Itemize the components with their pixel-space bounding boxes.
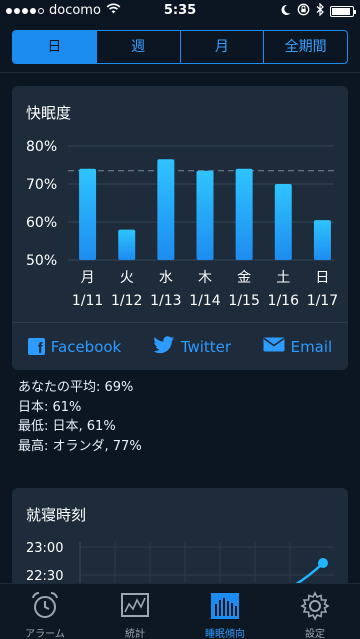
y-tick-label: 50% [26,253,57,269]
sleep-quality-card: 快眠度 50% 60% 70% 80% 月 1/11 火 1/12 水 1/13 木 1/14 金 1/1… [12,86,348,370]
rotation-lock-icon [297,3,310,20]
status-icons [280,2,356,20]
tab-label: 睡眠傾向 [205,629,245,639]
bar [235,168,253,260]
sleep-trend-icon [209,590,241,622]
stats-chart-icon [119,590,151,622]
x-tick-label-day: 金 [237,270,251,286]
stat-your-average: あなたの平均: 69% [18,380,134,395]
bar [196,170,214,260]
bar [157,159,175,260]
share-twitter-button[interactable]: Twitter [153,335,232,358]
y-tick-label: 80% [26,139,57,155]
moon-icon [280,4,291,20]
tab-month[interactable]: 月 [179,31,264,63]
divider [0,72,360,73]
x-tick-label-date: 1/12 [111,293,142,306]
x-tick-label-day: 木 [198,270,212,286]
bar [313,220,331,260]
x-tick-label-date: 1/11 [72,293,103,306]
gear-icon [299,590,331,622]
x-tick-label-day: 土 [276,270,290,286]
x-tick-label-date: 1/16 [268,293,300,306]
tab-settings[interactable]: 設定 [270,584,360,639]
x-tick-label-date: 1/14 [189,293,221,306]
card-title: 快眠度 [26,104,72,122]
x-tick-label-date: 1/13 [150,293,181,306]
x-tick-label-day: 日 [315,270,329,286]
card-title: 就寝時刻 [26,506,87,524]
share-facebook-button[interactable]: Facebook [27,337,122,357]
x-tick-label-day: 月 [81,270,95,286]
twitter-label: Twitter [180,337,232,356]
bar [274,184,292,260]
stat-lowest: 最低: 日本, 61% [18,419,116,434]
tab-sleep-trend[interactable]: 睡眠傾向 [180,584,270,639]
tab-label: 設定 [305,629,325,639]
stat-japan: 日本: 61% [18,399,82,415]
tab-all-time[interactable]: 全期間 [263,31,347,63]
tab-statistics[interactable]: 統計 [90,584,180,639]
tab-day[interactable]: 日 [13,31,96,63]
bar [79,168,97,260]
bedtime-chart: 23:00 22:30 [12,528,348,590]
twitter-icon [153,335,175,358]
bluetooth-icon [316,2,324,20]
period-selector: 日 週 月 全期間 [12,30,348,64]
sleep-quality-chart: 50% 60% 70% 80% 月 1/11 火 1/12 水 1/13 木 1/14 金 1/15 土 1/… [12,126,348,306]
comparison-stats: あなたの平均: 69% 日本: 61% 最低: 日本, 61% 最高: オランダ… [18,378,142,456]
tab-label: アラーム [25,629,65,639]
share-email-button[interactable]: Email [263,337,333,356]
status-bar: docomo 5:35 [0,0,360,22]
x-tick-label-date: 1/17 [307,293,338,306]
bedtime-point [318,558,328,568]
bar [118,229,136,260]
email-label: Email [290,337,333,356]
x-tick-label-date: 1/15 [228,293,259,306]
facebook-label: Facebook [50,337,122,356]
y-tick-label: 70% [26,177,57,193]
tab-bar: アラーム 統計 睡眠傾向 設定 [0,583,360,639]
tab-week[interactable]: 週 [95,31,180,63]
y-tick-label: 22:30 [26,569,63,584]
battery-icon [330,6,356,17]
stat-highest: 最高: オランダ, 77% [18,438,142,454]
y-tick-label: 23:00 [26,541,63,556]
x-tick-label-day: 火 [120,270,134,286]
share-bar: Facebook Twitter Email [12,322,348,370]
tab-label: 統計 [125,629,145,639]
alarm-clock-icon [29,590,61,622]
tab-alarm[interactable]: アラーム [0,584,90,639]
envelope-icon [263,337,285,356]
x-tick-label-day: 水 [159,270,173,286]
y-tick-label: 60% [26,215,57,231]
facebook-icon [27,338,45,357]
